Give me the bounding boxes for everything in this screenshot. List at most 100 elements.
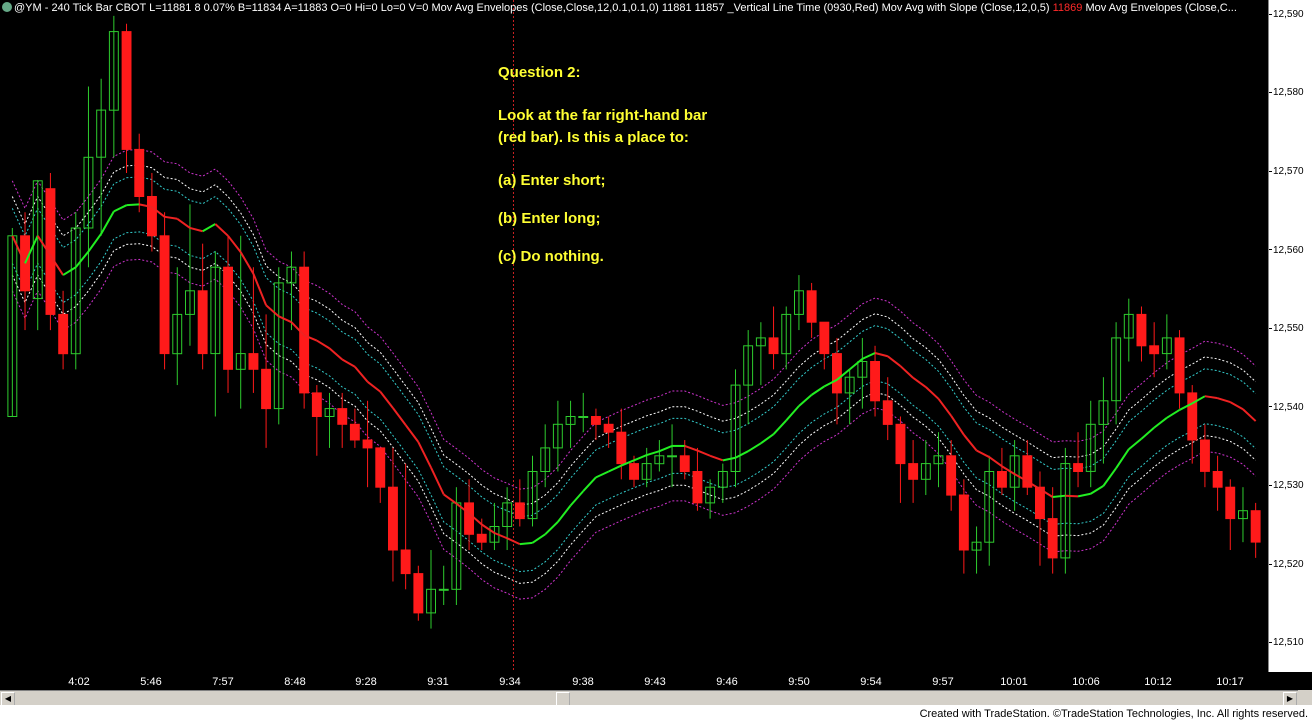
candle-down[interactable]	[400, 549, 411, 575]
ma-slope-segment	[569, 490, 585, 507]
candle-down[interactable]	[908, 463, 919, 480]
candle-down[interactable]	[870, 361, 880, 402]
candle-down[interactable]	[882, 400, 893, 425]
candle-up[interactable]	[438, 588, 449, 591]
ma-slope-segment	[430, 467, 445, 495]
candle-down[interactable]	[832, 353, 842, 394]
scroll-left-arrow-icon[interactable]: ◀	[1, 692, 15, 706]
ma-slope-segment	[62, 266, 77, 276]
candle-down[interactable]	[768, 337, 779, 355]
ma-slope-segment	[113, 204, 127, 213]
candle-down[interactable]	[997, 471, 1007, 488]
symbol-icon	[2, 2, 12, 12]
candle-down[interactable]	[1200, 439, 1210, 472]
candle-down[interactable]	[223, 266, 234, 370]
ma-slope-segment	[126, 203, 140, 207]
ma-slope-segment	[494, 532, 508, 540]
candle-down[interactable]	[197, 290, 208, 355]
candle-down[interactable]	[134, 148, 145, 197]
candle-down[interactable]	[1250, 510, 1261, 543]
candle-down[interactable]	[679, 455, 690, 472]
time-tick-label: 10:06	[1072, 676, 1100, 688]
horizontal-scrollbar[interactable]: ◀ ▶	[0, 690, 1298, 706]
ma-slope-segment	[379, 390, 394, 409]
time-tick-label: 4:02	[68, 676, 90, 688]
ma-slope-segment	[874, 352, 888, 358]
candle-down[interactable]	[1225, 486, 1236, 520]
scrollbar-thumb[interactable]	[556, 692, 570, 706]
candle-down[interactable]	[819, 321, 830, 355]
price-axis[interactable]: 12,590 12,580 12,570 12,560 12,550 12,540 12,5…	[1268, 0, 1312, 672]
ma-slope-segment	[1115, 448, 1130, 469]
ma-slope-segment	[811, 385, 825, 396]
candle-down[interactable]	[603, 423, 614, 433]
candle-down[interactable]	[337, 408, 348, 425]
candle-down[interactable]	[464, 502, 475, 535]
candle-down[interactable]	[958, 494, 969, 551]
ma-slope-segment	[658, 445, 673, 453]
question-title: Question 2:	[498, 64, 581, 81]
time-tick-label: 9:46	[716, 676, 738, 688]
candle-down[interactable]	[476, 533, 487, 543]
candle-down[interactable]	[261, 368, 272, 410]
candle-down[interactable]	[299, 266, 310, 394]
study-envelopes-2[interactable]: Mov Avg Envelopes (Close,C...	[1085, 2, 1236, 14]
candle-down[interactable]	[1136, 313, 1147, 347]
study-vertical-line[interactable]: _Vertical Line Time (0930,Red)	[728, 2, 879, 14]
study-envelopes[interactable]: Mov Avg Envelopes (Close,Close,12,0.1,0.…	[432, 2, 659, 14]
study-ma-slope[interactable]: Mov Avg with Slope (Close,12,0,5)	[882, 2, 1050, 14]
net-change: 8	[194, 2, 201, 14]
candle-down[interactable]	[121, 31, 132, 150]
candle-down[interactable]	[375, 447, 386, 488]
ma-slope-segment	[417, 441, 432, 468]
study-ma-slope-value: 11869	[1052, 2, 1083, 14]
candle-down[interactable]	[946, 455, 957, 496]
last-price: L=11881	[149, 2, 192, 14]
footer: Created with TradeStation. ©TradeStation…	[0, 705, 1312, 721]
candle-down[interactable]	[58, 313, 69, 355]
candle-down[interactable]	[629, 463, 639, 480]
ma-slope-segment	[74, 250, 90, 268]
ma-slope-segment	[976, 449, 990, 458]
candle-down[interactable]	[362, 439, 373, 449]
ma-slope-segment	[633, 454, 648, 462]
ma-slope-segment	[697, 449, 711, 457]
candle-down[interactable]	[349, 423, 360, 441]
candle-up[interactable]	[578, 416, 589, 418]
candle-down[interactable]	[514, 502, 525, 520]
ma-slope-segment	[1128, 437, 1143, 450]
candle-down[interactable]	[147, 196, 157, 237]
ma-slope-segment	[481, 523, 496, 534]
candle-down[interactable]	[616, 431, 627, 465]
time-tick-label: 8:48	[284, 676, 306, 688]
candle-down[interactable]	[806, 290, 817, 323]
scroll-right-arrow-icon[interactable]: ▶	[1283, 692, 1297, 706]
candle-down[interactable]	[1212, 471, 1223, 488]
candle-down[interactable]	[413, 573, 424, 614]
candle-down[interactable]	[895, 423, 906, 465]
time-tick-label: 9:43	[644, 676, 666, 688]
candle-down[interactable]	[311, 392, 322, 417]
candle-down[interactable]	[1047, 518, 1058, 559]
ma-slope-segment	[709, 454, 724, 462]
candle-down[interactable]	[248, 353, 259, 370]
ma-slope-segment	[798, 394, 813, 407]
ma-slope-segment	[1242, 408, 1257, 422]
candle-down[interactable]	[1187, 392, 1198, 441]
candle-up[interactable]	[667, 455, 677, 458]
candle-down[interactable]	[1149, 345, 1160, 355]
time-tick-label: 9:57	[932, 676, 954, 688]
candle-down[interactable]	[692, 471, 703, 504]
candle-down[interactable]	[1073, 463, 1083, 473]
candle-down[interactable]	[1174, 337, 1185, 394]
ma-slope-segment	[772, 419, 787, 435]
ma-slope-segment	[443, 493, 457, 505]
ma-slope-segment	[265, 304, 280, 318]
ma-slope-segment	[1229, 401, 1244, 411]
candle-down[interactable]	[159, 235, 170, 355]
ma-slope-segment	[684, 444, 698, 452]
candle-down[interactable]	[388, 486, 398, 551]
ma-slope-segment	[328, 347, 343, 361]
candle-down[interactable]	[591, 416, 601, 425]
ma-slope-segment	[595, 470, 610, 479]
